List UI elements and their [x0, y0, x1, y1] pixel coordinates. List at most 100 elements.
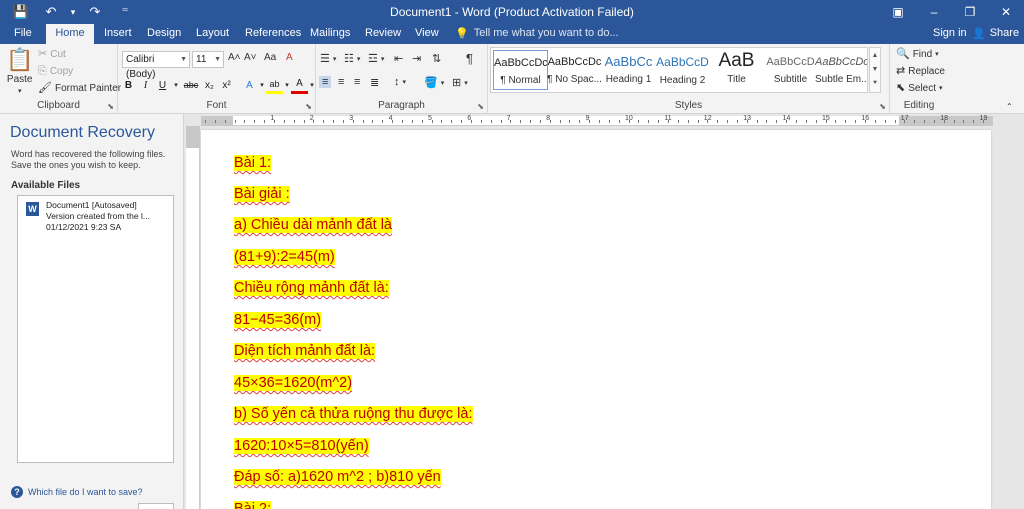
- tab-references[interactable]: References: [237, 24, 309, 44]
- tab-mailings[interactable]: Mailings: [302, 24, 358, 44]
- text-effects-button[interactable]: A: [241, 76, 258, 94]
- dialog-launcher-icon[interactable]: ⬊: [107, 102, 114, 111]
- select-button[interactable]: ⬉ Select ▾: [896, 82, 943, 94]
- share-button[interactable]: 👤 Share: [972, 27, 1019, 40]
- paragraph[interactable]: Bài 2:: [234, 501, 272, 509]
- style-no-spacing[interactable]: AaBbCcDc ¶ No Spac...: [547, 50, 602, 90]
- paragraph[interactable]: 1620:10×5=810(yến): [234, 438, 369, 454]
- minimize-icon[interactable]: –: [916, 0, 952, 24]
- line-spacing-button[interactable]: ↕ ▾: [394, 76, 406, 88]
- chevron-down-icon[interactable]: ▾: [283, 76, 291, 94]
- ruler-tick: [234, 120, 236, 123]
- vertical-ruler[interactable]: [186, 126, 200, 509]
- ruler-tick: [677, 120, 679, 123]
- strikethrough-button[interactable]: abc: [181, 76, 201, 94]
- italic-button[interactable]: I: [137, 76, 154, 94]
- format-painter-button[interactable]: 🖌 Format Painter: [38, 82, 121, 94]
- tab-insert[interactable]: Insert: [96, 24, 140, 44]
- tab-review[interactable]: Review: [357, 24, 409, 44]
- font-color-button[interactable]: A: [291, 76, 308, 94]
- paragraph[interactable]: Đáp số: a)1620 m^2 ; b)810 yến: [234, 469, 441, 485]
- paragraph[interactable]: Diện tích mảnh đất là:: [234, 343, 376, 359]
- tab-file[interactable]: File: [6, 24, 40, 44]
- align-left-button[interactable]: ≡: [319, 76, 332, 88]
- ribbon-display-options-icon[interactable]: ▣: [880, 0, 916, 24]
- dialog-launcher-icon[interactable]: ⬊: [477, 102, 484, 111]
- paragraph[interactable]: Chiều rộng mảnh đất là:: [234, 280, 389, 296]
- restore-icon[interactable]: ❐: [952, 0, 988, 24]
- tell-me-box[interactable]: 💡 Tell me what you want to do...: [455, 27, 619, 40]
- numbering-button[interactable]: ☷ ▾: [344, 52, 360, 65]
- find-button[interactable]: 🔍 Find ▾: [896, 48, 939, 60]
- copy-button[interactable]: ⎘ Copy: [38, 65, 73, 77]
- paragraph[interactable]: a) Chiều dài mảnh đất là: [234, 217, 392, 233]
- select-label: Select: [908, 82, 937, 94]
- replace-button[interactable]: ⇄ Replace: [896, 65, 945, 77]
- chevron-down-icon[interactable]: ▾: [258, 76, 266, 94]
- font-label: Font: [206, 100, 227, 111]
- document-area[interactable]: Bài 1: Bài giải : a) Chiều dài mảnh đất …: [201, 126, 1024, 509]
- bold-button[interactable]: B: [120, 76, 137, 94]
- clear-formatting-button[interactable]: A: [286, 52, 293, 63]
- change-case-button[interactable]: Aa: [264, 52, 276, 63]
- style-title[interactable]: AaB Title: [709, 50, 764, 90]
- document-page[interactable]: Bài 1: Bài giải : a) Chiều dài mảnh đất …: [201, 130, 991, 509]
- paragraph[interactable]: b) Số yến cả thửa ruộng thu được là:: [234, 406, 473, 422]
- tab-layout[interactable]: Layout: [188, 24, 237, 44]
- style-subtle-emphasis[interactable]: AaBbCcDc Subtle Em...: [815, 50, 867, 90]
- horizontal-ruler[interactable]: 1 2 3 4 5 6 7 8 9 10 11 12 13 14 15 16 17 18 19: [201, 115, 993, 126]
- align-center-icon: ≡: [338, 76, 345, 88]
- recovered-file-version: Version created from the l...: [46, 211, 150, 221]
- align-center-button[interactable]: ≡: [338, 76, 344, 88]
- recovered-files-list[interactable]: W Document1 [Autosaved] Version created …: [17, 195, 174, 463]
- paragraph[interactable]: 45×36=1620(m^2): [234, 375, 353, 391]
- list-item[interactable]: W Document1 [Autosaved] Version created …: [24, 200, 170, 234]
- dialog-launcher-icon[interactable]: ⬊: [305, 102, 312, 111]
- sort-button[interactable]: ⇅: [432, 52, 441, 65]
- dialog-launcher-icon[interactable]: ⬊: [879, 102, 886, 111]
- shrink-font-button[interactable]: A˅: [244, 52, 257, 63]
- chevron-down-icon[interactable]: ▾: [308, 76, 316, 94]
- tab-view[interactable]: View: [407, 24, 447, 44]
- align-right-button[interactable]: ≡: [354, 76, 360, 88]
- style-heading-1[interactable]: AaBbCc Heading 1: [601, 50, 656, 90]
- paragraph[interactable]: Bài 1:: [234, 155, 272, 171]
- cut-button[interactable]: ✂ Cut: [38, 48, 66, 60]
- ruler-tick: [599, 120, 600, 123]
- recovery-close-button[interactable]: [138, 503, 174, 509]
- font-family-select[interactable]: Calibri (Body) ▼: [122, 51, 190, 80]
- highlight-button[interactable]: ab: [266, 76, 283, 94]
- justify-button[interactable]: ≣: [370, 76, 379, 89]
- tab-design[interactable]: Design: [139, 24, 189, 44]
- paragraph[interactable]: Bài giải :: [234, 186, 290, 202]
- styles-scroll[interactable]: ▲ ▼ ⯆: [869, 47, 881, 93]
- decrease-indent-button[interactable]: ⇤: [394, 52, 403, 65]
- which-file-help-link[interactable]: ? Which file do I want to save?: [11, 486, 143, 498]
- shading-button[interactable]: 🪣 ▾: [424, 76, 444, 89]
- bullets-button[interactable]: ☰ ▾: [320, 52, 336, 65]
- style-subtitle[interactable]: AaBbCcD Subtitle: [763, 50, 818, 90]
- style-normal[interactable]: AaBbCcDc ¶ Normal: [493, 50, 548, 90]
- style-heading-2[interactable]: AaBbCcD Heading 2: [655, 50, 710, 90]
- collapse-ribbon-icon[interactable]: ⌃: [1006, 102, 1013, 111]
- chevron-down-icon[interactable]: ▼: [872, 66, 879, 73]
- grow-font-button[interactable]: A˄: [228, 52, 241, 63]
- multilevel-list-button[interactable]: ☲ ▾: [368, 52, 384, 65]
- paragraph[interactable]: 81−45=36(m): [234, 312, 322, 328]
- font-size-select[interactable]: 11 ▼: [192, 51, 224, 68]
- close-icon[interactable]: ✕: [988, 0, 1024, 24]
- chevron-up-icon[interactable]: ▲: [872, 52, 879, 59]
- tab-home[interactable]: Home: [46, 24, 94, 45]
- subscript-button[interactable]: x₂: [201, 76, 218, 94]
- paste-button[interactable]: 📋 Paste ▾: [6, 48, 33, 96]
- more-styles-icon[interactable]: ⯆: [872, 80, 878, 88]
- increase-indent-button[interactable]: ⇥: [412, 52, 421, 65]
- paragraph[interactable]: (81+9):2=45(m): [234, 249, 335, 265]
- chevron-down-icon[interactable]: ▾: [171, 76, 181, 94]
- ruler-tick: [914, 120, 916, 123]
- show-marks-button[interactable]: ¶: [466, 51, 473, 66]
- borders-button[interactable]: ⊞ ▾: [452, 76, 468, 89]
- underline-button[interactable]: U: [154, 76, 171, 94]
- superscript-button[interactable]: x²: [218, 76, 235, 94]
- sign-in-link[interactable]: Sign in: [933, 27, 967, 39]
